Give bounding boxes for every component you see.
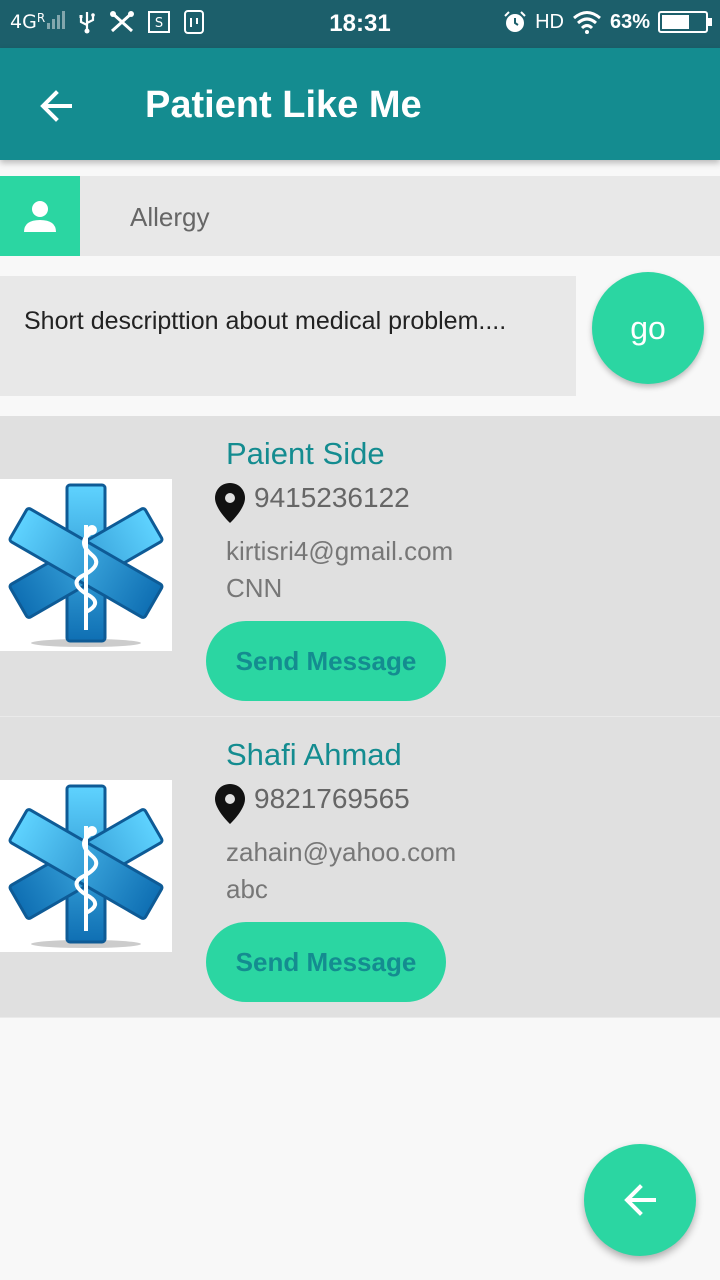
condition-field[interactable]: Allergy xyxy=(0,176,720,256)
patient-email: zahain@yahoo.com xyxy=(226,837,457,867)
app-bar: Patient Like Me xyxy=(0,48,720,160)
star-of-life-icon xyxy=(0,780,172,952)
status-right-icons: HD 63% xyxy=(503,10,712,34)
patient-org: abc xyxy=(226,874,268,904)
patient-phone: 9415236122 xyxy=(254,482,410,513)
page-title: Patient Like Me xyxy=(145,84,422,126)
location-pin-icon xyxy=(215,483,245,523)
wifi-icon xyxy=(573,11,601,34)
alarm-icon xyxy=(504,11,526,32)
send-message-button[interactable]: Send Message xyxy=(206,621,446,701)
go-button[interactable]: go xyxy=(592,272,704,384)
back-button[interactable] xyxy=(30,80,82,132)
patient-phone: 9821769565 xyxy=(254,783,410,814)
description-field[interactable]: Short descripttion about medical problem… xyxy=(0,276,576,396)
patient-name: Paient Side xyxy=(226,436,385,471)
patient-email: kirtisri4@gmail.com xyxy=(226,536,454,566)
arrow-back-icon xyxy=(40,90,72,122)
send-message-button[interactable]: Send Message xyxy=(206,922,446,1002)
patient-list: Paient Side 9415236122 kirtisri4@gmail.c… xyxy=(0,416,720,1018)
patient-name: Shafi Ahmad xyxy=(226,737,402,772)
battery-percent: 63% xyxy=(609,10,650,33)
arrow-back-icon xyxy=(624,1184,656,1216)
person-icon-box xyxy=(0,176,80,256)
patient-org: CNN xyxy=(226,573,283,603)
list-item: Shafi Ahmad 9821769565 zahain@yahoo.com … xyxy=(0,717,720,1018)
person-icon xyxy=(24,201,56,232)
hd-indicator: HD xyxy=(535,10,564,33)
fab-back-button[interactable] xyxy=(584,1144,696,1256)
status-bar: 4G R S 18:31 HD 63% xyxy=(0,0,720,48)
list-item: Paient Side 9415236122 kirtisri4@gmail.c… xyxy=(0,416,720,717)
location-pin-icon xyxy=(215,784,245,824)
star-of-life-icon xyxy=(0,479,172,651)
condition-value[interactable]: Allergy xyxy=(130,202,209,233)
battery-icon xyxy=(658,11,712,33)
